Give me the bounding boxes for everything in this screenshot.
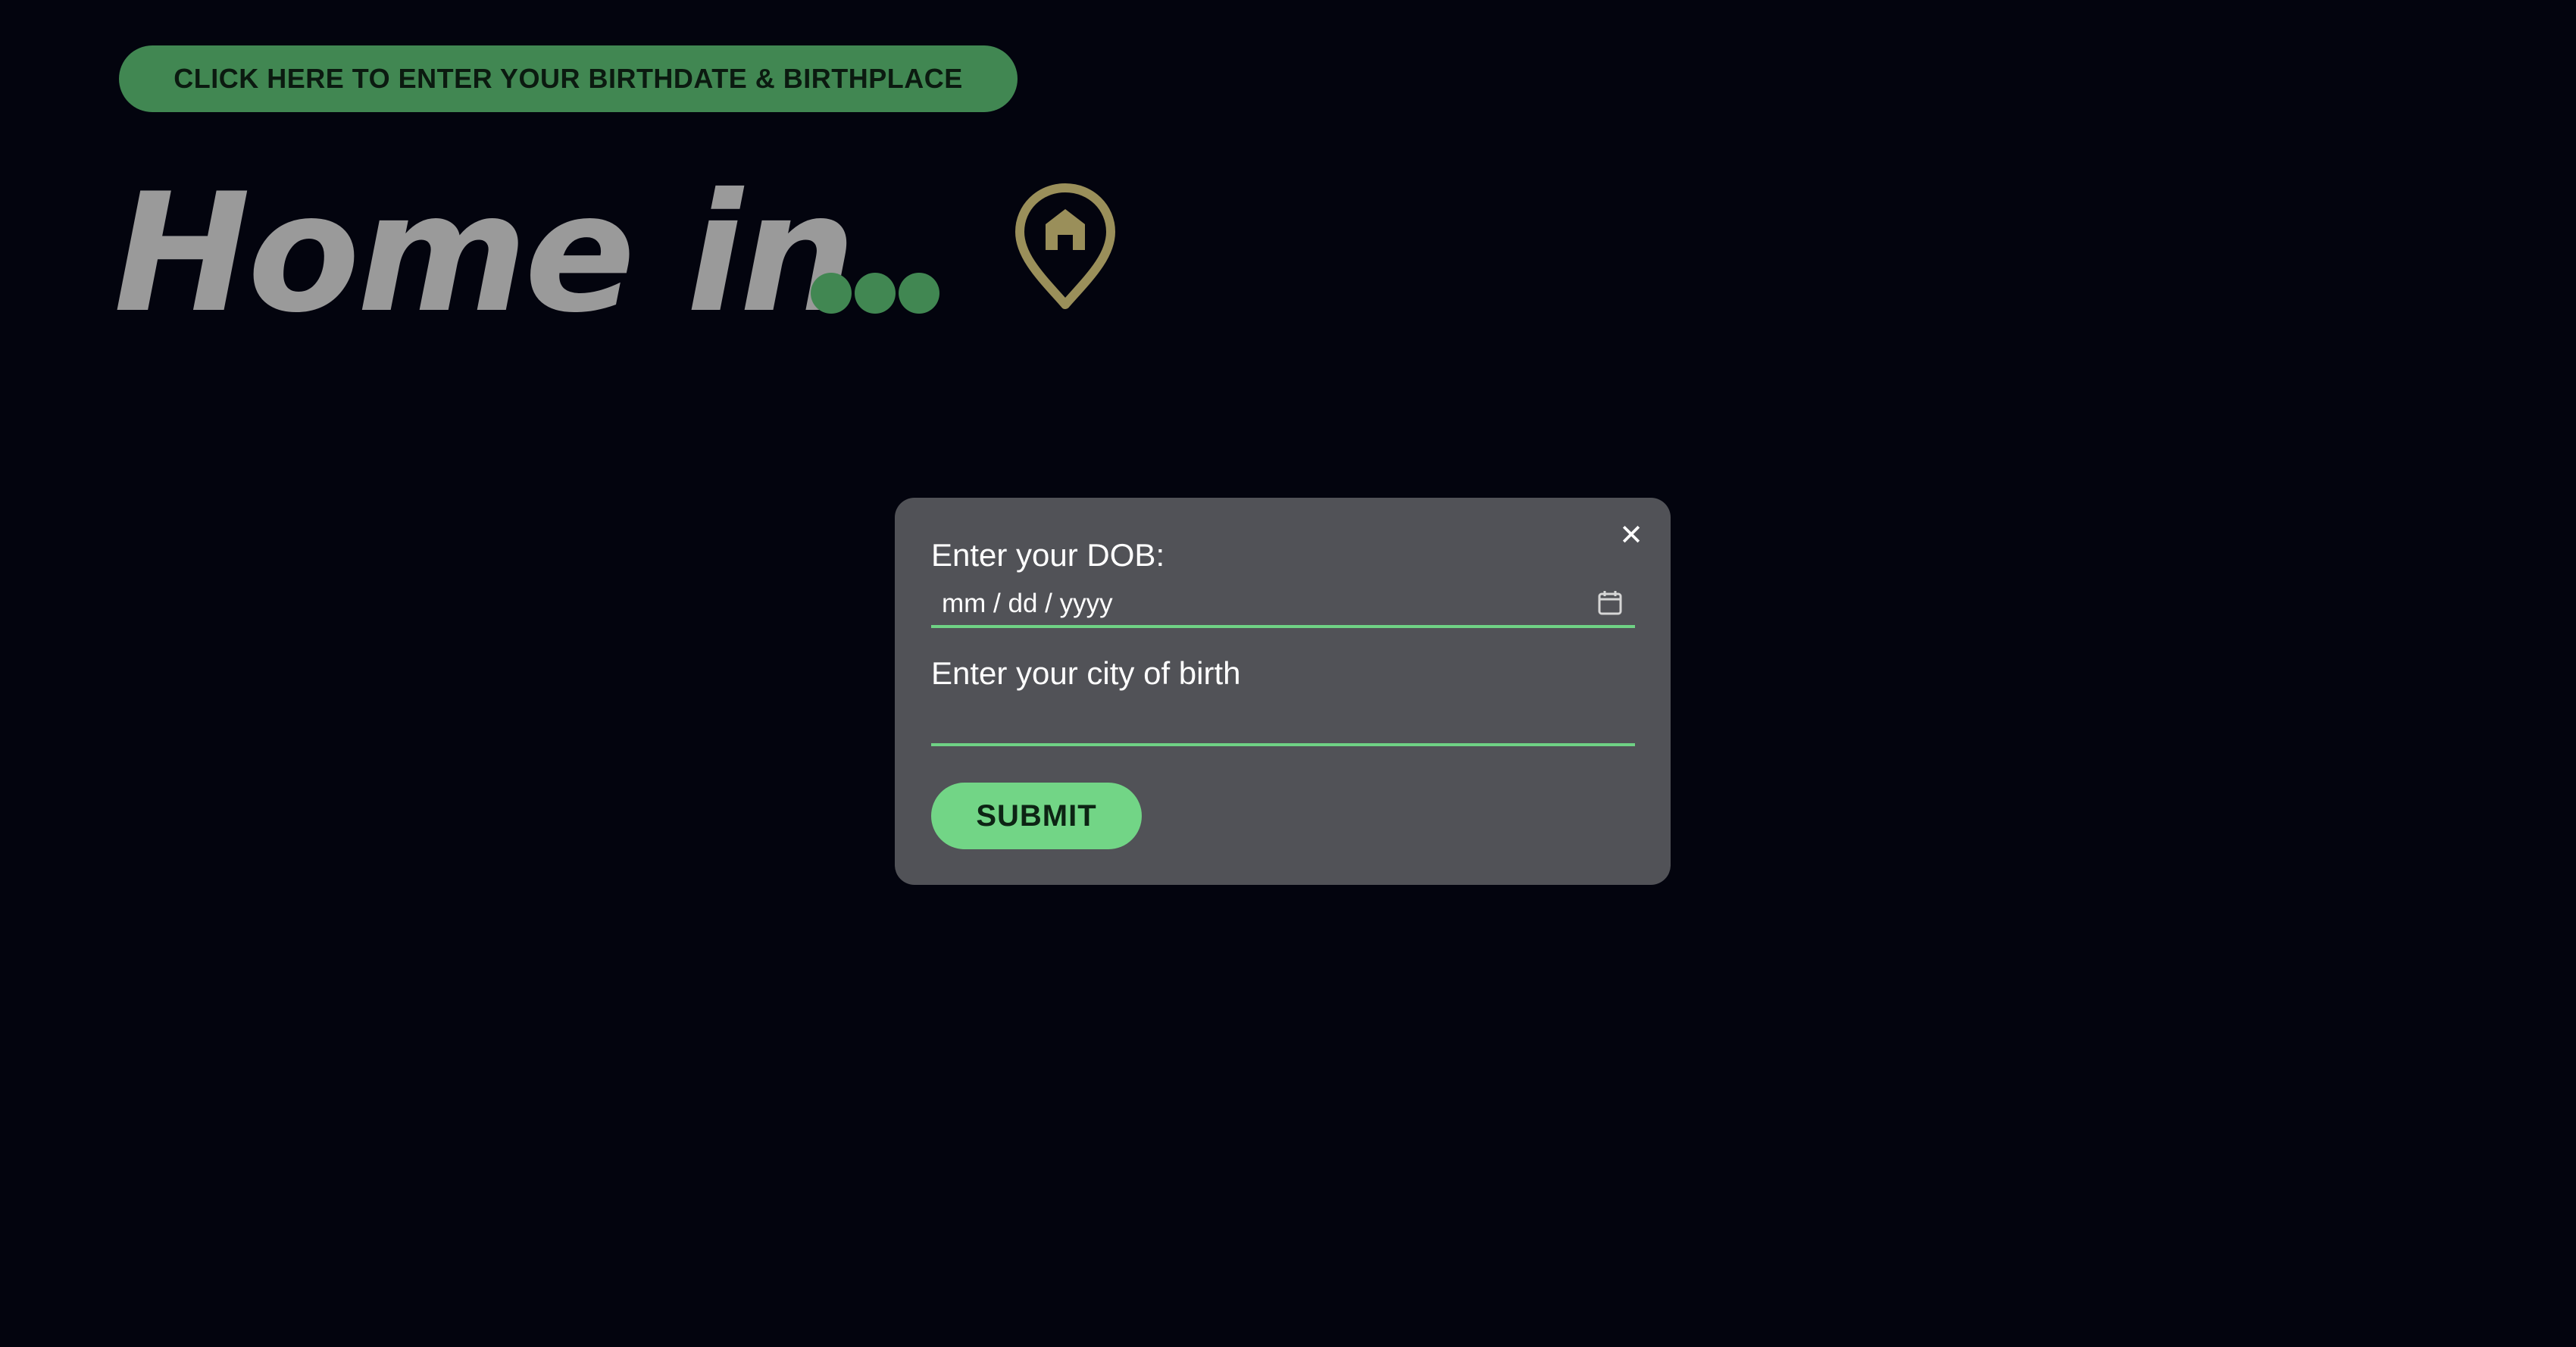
home-location-pin-icon bbox=[1015, 183, 1115, 309]
close-icon[interactable]: ✕ bbox=[1616, 520, 1646, 551]
city-of-birth-input[interactable] bbox=[931, 699, 1635, 746]
dob-placeholder: mm / dd / yyyy bbox=[942, 589, 1113, 618]
ellipsis-dot bbox=[811, 273, 852, 314]
ellipsis-dots-icon bbox=[811, 273, 939, 314]
hero-title: Home in bbox=[114, 158, 856, 348]
dob-date-input[interactable]: mm / dd / yyyy bbox=[931, 581, 1635, 628]
dob-label: Enter your DOB: bbox=[931, 537, 1165, 573]
ellipsis-dot bbox=[855, 273, 896, 314]
ellipsis-dot bbox=[899, 273, 939, 314]
calendar-icon[interactable] bbox=[1597, 589, 1623, 616]
birth-details-modal: ✕ Enter your DOB: mm / dd / yyyy Enter y… bbox=[895, 498, 1671, 885]
open-birth-form-button[interactable]: CLICK HERE TO ENTER YOUR BIRTHDATE & BIR… bbox=[119, 45, 1018, 112]
city-label: Enter your city of birth bbox=[931, 655, 1241, 691]
submit-button[interactable]: SUBMIT bbox=[931, 783, 1142, 849]
